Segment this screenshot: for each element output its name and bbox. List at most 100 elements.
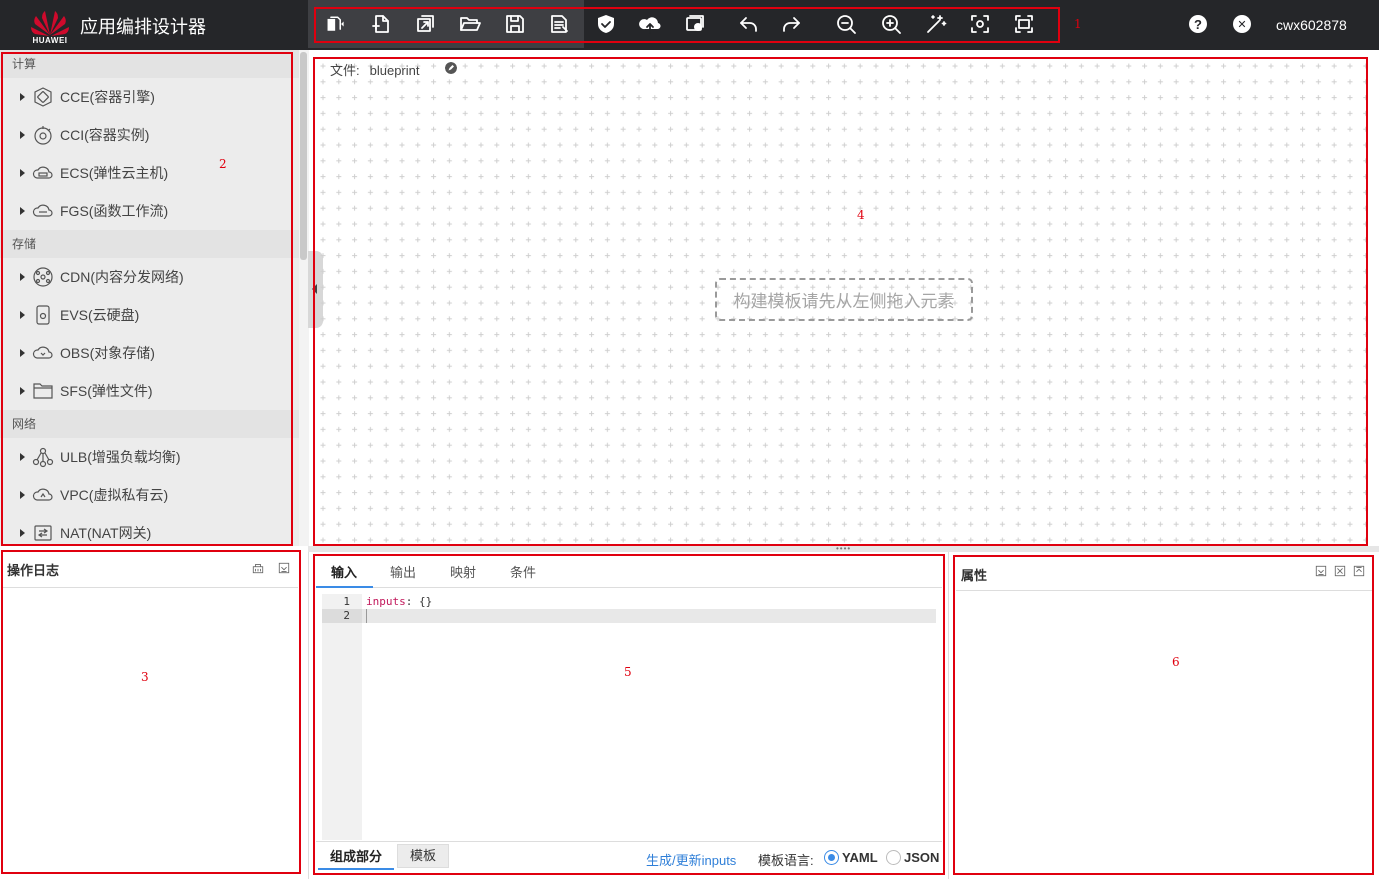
app-title: 应用编排设计器 xyxy=(80,17,206,37)
copy-dropdown-button[interactable] xyxy=(322,12,350,36)
help-icon[interactable]: ? xyxy=(1189,15,1207,33)
validate-button[interactable] xyxy=(594,12,618,36)
tab-conditions[interactable]: 条件 xyxy=(510,562,536,581)
palette-item-sfs[interactable]: SFS(弹性文件) xyxy=(0,372,299,410)
redo-button[interactable] xyxy=(780,12,804,36)
properties-panel-body xyxy=(956,591,1372,872)
fgs-icon xyxy=(32,204,53,217)
import-button[interactable] xyxy=(413,12,437,36)
zoom-in-button[interactable] xyxy=(879,12,903,36)
fullscreen-icon xyxy=(1015,15,1033,33)
expand-arrow-icon[interactable] xyxy=(20,387,25,395)
palette-item-ecs[interactable]: ECS(弹性云主机) xyxy=(0,154,299,192)
collapse-log-icon[interactable] xyxy=(278,562,290,574)
palette-item-cce[interactable]: CCE(容器引擎) xyxy=(0,78,299,116)
vpc-icon xyxy=(32,488,53,501)
file-info: 文件: blueprint xyxy=(330,60,420,79)
palette-scroll-thumb[interactable] xyxy=(300,52,307,260)
expand-arrow-icon[interactable] xyxy=(20,349,25,357)
deploy-icon xyxy=(686,15,704,31)
palette-item-label: OBS(对象存储) xyxy=(60,345,155,361)
undo-button[interactable] xyxy=(736,12,760,36)
palette-item-ulb[interactable]: ULB(增强负载均衡) xyxy=(0,438,299,476)
json-radio[interactable] xyxy=(886,850,901,865)
editor-tabs: 输入 输出 映射 条件 xyxy=(316,556,942,588)
tab-output[interactable]: 输出 xyxy=(390,562,416,581)
palette-item-nat[interactable]: NAT(NAT网关) xyxy=(0,514,299,546)
ecs-icon xyxy=(32,166,53,179)
expand-arrow-icon[interactable] xyxy=(20,169,25,177)
fullscreen-button[interactable] xyxy=(1012,12,1036,36)
code-editor[interactable] xyxy=(362,594,940,840)
import-icon xyxy=(417,15,434,32)
palette-item-obs[interactable]: OBS(对象存储) xyxy=(0,334,299,372)
expand-arrow-icon[interactable] xyxy=(20,207,25,215)
expand-arrow-icon[interactable] xyxy=(20,93,25,101)
save-button[interactable] xyxy=(503,12,527,36)
auto-layout-button[interactable] xyxy=(924,12,948,36)
line-number-gutter xyxy=(322,594,362,840)
brand-text: HUAWEI xyxy=(32,36,68,45)
deploy-button[interactable] xyxy=(683,12,707,36)
palette-item-label: FGS(函数工作流) xyxy=(60,203,169,219)
cdn-icon xyxy=(33,267,53,287)
restore-properties-icon[interactable] xyxy=(1334,565,1346,577)
tab-template[interactable]: 模板 xyxy=(397,844,450,868)
palette-item-label: CDN(内容分发网络) xyxy=(60,269,184,285)
edit-filename-icon[interactable] xyxy=(445,62,457,74)
expand-arrow-icon[interactable] xyxy=(20,311,25,319)
collapse-properties-icon[interactable] xyxy=(1315,565,1327,577)
tab-mapping[interactable]: 映射 xyxy=(450,562,476,581)
zoom-out-icon xyxy=(837,15,856,34)
expand-arrow-icon[interactable] xyxy=(20,529,25,537)
palette-item-cci[interactable]: CCI(容器实例) xyxy=(0,116,299,154)
save-icon xyxy=(506,15,524,33)
palette-item-label: EVS(云硬盘) xyxy=(60,307,140,323)
upload-button[interactable] xyxy=(638,12,662,36)
open-folder-button[interactable] xyxy=(458,12,482,36)
expand-arrow-icon[interactable] xyxy=(20,491,25,499)
active-tab-indicator xyxy=(316,586,373,588)
palette-item-label: ULB(增强负载均衡) xyxy=(60,449,181,465)
splitter-grip-icon[interactable]: •••• xyxy=(836,545,851,553)
tab-input[interactable]: 输入 xyxy=(331,562,357,581)
copy-dropdown-icon xyxy=(327,16,344,31)
file-plus-icon xyxy=(372,15,389,33)
category-network: 网络 xyxy=(0,410,299,438)
palette-item-vpc[interactable]: VPC(虚拟私有云) xyxy=(0,476,299,514)
yaml-radio-label[interactable]: YAML xyxy=(842,850,878,865)
nat-icon xyxy=(34,525,52,541)
palette-item-evs[interactable]: EVS(云硬盘) xyxy=(0,296,299,334)
zoom-out-button[interactable] xyxy=(834,12,858,36)
palette-item-fgs[interactable]: FGS(函数工作流) xyxy=(0,192,299,230)
expand-properties-icon[interactable] xyxy=(1353,565,1365,577)
generate-inputs-link[interactable]: 生成/更新inputs xyxy=(646,850,736,869)
fit-center-button[interactable] xyxy=(968,12,992,36)
category-compute: 计算 xyxy=(0,50,299,78)
clear-log-icon[interactable] xyxy=(252,562,264,574)
divider xyxy=(948,552,949,879)
palette-item-label: VPC(虚拟私有云) xyxy=(60,487,169,503)
undo-icon xyxy=(740,17,757,32)
palette-item-cdn[interactable]: CDN(内容分发网络) xyxy=(0,258,299,296)
tab-components[interactable]: 组成部分 xyxy=(318,846,395,870)
canvas-placeholder: 构建模板请先从左侧拖入元素 xyxy=(715,278,973,321)
expand-arrow-icon[interactable] xyxy=(20,131,25,139)
username[interactable]: cwx602878 xyxy=(1276,17,1347,33)
new-file-button[interactable] xyxy=(369,12,393,36)
close-icon[interactable]: ✕ xyxy=(1233,15,1251,33)
line-number: 2 xyxy=(343,609,350,622)
ulb-icon xyxy=(32,447,54,468)
annotation-number: 5 xyxy=(624,665,632,679)
save-as-button[interactable] xyxy=(547,12,571,36)
component-palette: 计算 CCE(容器引擎) CCI(容器实例) ECS(弹性云主机) FGS(函数… xyxy=(0,50,299,546)
json-radio-label[interactable]: JSON xyxy=(904,850,939,865)
focus-icon xyxy=(971,15,989,33)
obs-icon xyxy=(32,346,53,359)
palette-item-label: SFS(弹性文件) xyxy=(60,383,153,399)
expand-arrow-icon[interactable] xyxy=(20,453,25,461)
expand-arrow-icon[interactable] xyxy=(20,273,25,281)
yaml-radio[interactable] xyxy=(824,850,839,865)
properties-title: 属性 xyxy=(961,568,988,583)
file-name: blueprint xyxy=(369,63,420,78)
